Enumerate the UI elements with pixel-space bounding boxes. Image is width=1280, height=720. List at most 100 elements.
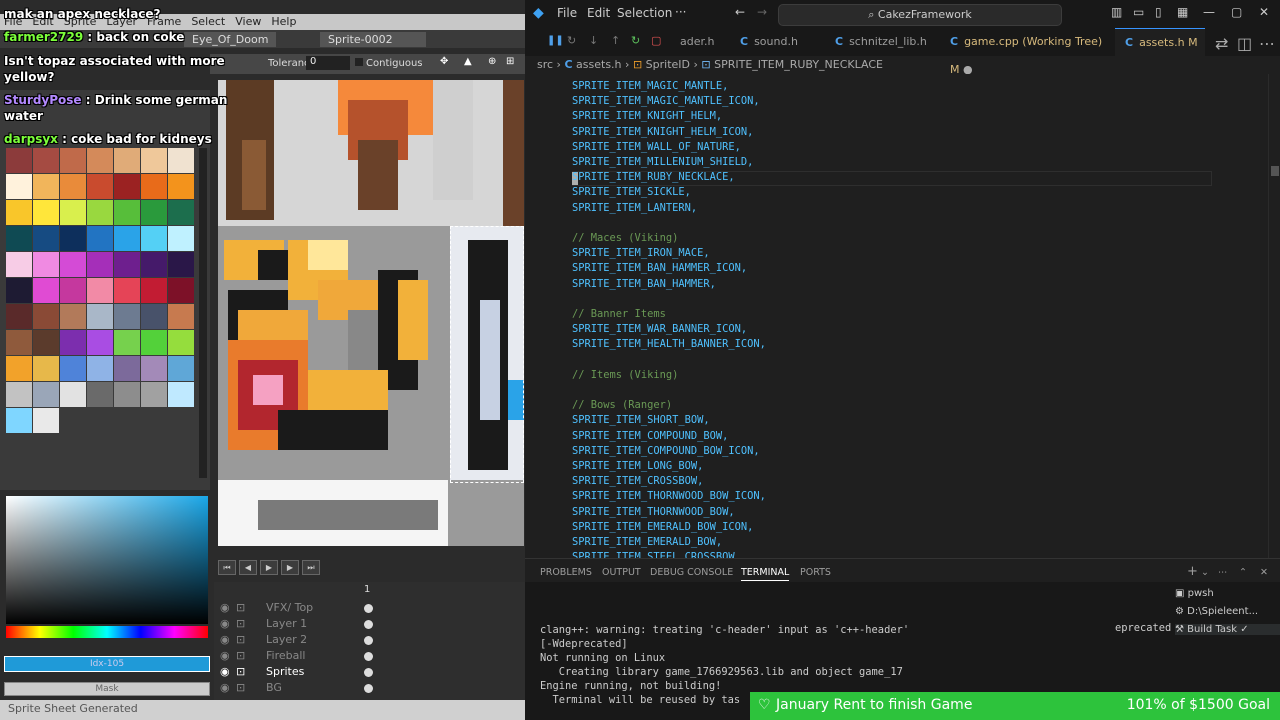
palette-swatch[interactable] xyxy=(87,252,113,277)
breadcrumb-item[interactable]: SPRITE_ITEM_RUBY_NECKLACE xyxy=(714,58,883,71)
palette-swatch[interactable] xyxy=(6,356,32,381)
palette-swatch[interactable] xyxy=(168,356,194,381)
close-panel-icon[interactable]: ✕ xyxy=(1260,567,1268,578)
palette-swatch[interactable] xyxy=(6,408,32,433)
palette-swatch[interactable] xyxy=(114,382,140,407)
menu-help[interactable]: Help xyxy=(271,15,296,28)
menu-selection[interactable]: Selection xyxy=(617,6,672,20)
palette-swatch[interactable] xyxy=(114,330,140,355)
code-line[interactable]: SPRITE_ITEM_MILLENIUM_SHIELD, xyxy=(572,155,753,170)
eye-icon[interactable]: ◉ xyxy=(220,664,230,680)
code-line[interactable]: SPRITE_ITEM_HEALTH_BANNER_ICON, xyxy=(572,337,766,352)
mask-button[interactable]: Mask xyxy=(4,682,210,696)
terminal-item-active[interactable]: ⚒ Build Task ✓ xyxy=(1175,624,1280,635)
palette-swatch[interactable] xyxy=(168,148,194,173)
code-editor[interactable]: SPRITE_ITEM_MAGIC_MANTLE, SPRITE_ITEM_MAG… xyxy=(525,74,1280,558)
palette-swatch[interactable] xyxy=(141,304,167,329)
layer-row[interactable]: ◉ ⊡ VFX/ Top xyxy=(214,600,525,616)
code-line[interactable]: SPRITE_ITEM_KNIGHT_HELM_ICON, xyxy=(572,125,753,140)
lock-icon[interactable]: ⊡ xyxy=(236,632,245,648)
palette-swatch[interactable] xyxy=(60,252,86,277)
code-line[interactable]: SPRITE_ITEM_WALL_OF_NATURE, xyxy=(572,140,741,155)
layer-row[interactable]: ◉ ⊡ Sprites xyxy=(214,664,525,680)
palette-swatch[interactable] xyxy=(33,200,59,225)
eye-icon[interactable]: ◉ xyxy=(220,616,230,632)
code-line[interactable]: SPRITE_ITEM_RUBY_NECKLACE, xyxy=(572,170,735,185)
code-line[interactable]: SPRITE_ITEM_LANTERN, xyxy=(572,201,697,216)
palette-swatch[interactable] xyxy=(6,252,32,277)
terminal-item[interactable]: ▣ pwsh xyxy=(1175,588,1214,599)
code-line[interactable]: SPRITE_ITEM_COMPOUND_BOW, xyxy=(572,429,728,444)
cel-dot[interactable] xyxy=(364,668,373,677)
color-picker-field[interactable] xyxy=(6,496,208,624)
tab-file-active[interactable]: Cassets.h M xyxy=(1115,28,1205,56)
close-icon[interactable]: ✕ xyxy=(1259,5,1269,19)
compare-icon[interactable]: ⇄ xyxy=(1215,34,1228,53)
palette-swatch[interactable] xyxy=(141,278,167,303)
code-line[interactable]: SPRITE_ITEM_THORNWOOD_BOW_ICON, xyxy=(572,489,766,504)
menu-file[interactable]: File xyxy=(557,6,577,20)
palette-swatch[interactable] xyxy=(33,330,59,355)
palette-swatch[interactable] xyxy=(60,148,86,173)
tab-file[interactable]: ader.h xyxy=(670,28,730,56)
cel-dot[interactable] xyxy=(364,604,373,613)
palette-swatch[interactable] xyxy=(60,356,86,381)
palette-swatch[interactable] xyxy=(60,174,86,199)
palette-swatch[interactable] xyxy=(33,148,59,173)
menu-select[interactable]: Select xyxy=(191,15,225,28)
palette-swatch[interactable] xyxy=(114,304,140,329)
code-line[interactable]: SPRITE_ITEM_WAR_BANNER_ICON, xyxy=(572,322,747,337)
first-frame-icon[interactable]: ⏮ xyxy=(218,560,236,575)
code-line[interactable]: SPRITE_ITEM_MAGIC_MANTLE, xyxy=(572,79,728,94)
palette-swatch[interactable] xyxy=(87,226,113,251)
lock-icon[interactable]: ⊡ xyxy=(236,600,245,616)
cel-dot[interactable] xyxy=(364,652,373,661)
terminal-item[interactable]: ⚙ D:\Spieleent... xyxy=(1175,606,1258,617)
code-line[interactable]: SPRITE_ITEM_THORNWOOD_BOW, xyxy=(572,505,735,520)
tab-problems[interactable]: PROBLEMS xyxy=(540,567,592,578)
tab-ports[interactable]: PORTS xyxy=(800,567,831,578)
code-line[interactable]: SPRITE_ITEM_BAN_HAMMER_ICON, xyxy=(572,261,747,276)
code-line[interactable]: SPRITE_ITEM_IRON_MACE, xyxy=(572,246,710,261)
palette-swatch[interactable] xyxy=(87,330,113,355)
palette-swatch[interactable] xyxy=(114,278,140,303)
selection-marquee[interactable] xyxy=(450,226,524,483)
palette-swatch[interactable] xyxy=(87,200,113,225)
last-frame-icon[interactable]: ⏭ xyxy=(302,560,320,575)
tab-file[interactable]: Cschnitzel_lib.h xyxy=(825,28,940,56)
minimize-icon[interactable]: — xyxy=(1203,5,1215,19)
customize-layout-icon[interactable]: ▦ xyxy=(1177,5,1188,19)
palette-swatch[interactable] xyxy=(60,330,86,355)
layer-row[interactable]: ◉ ⊡ BG xyxy=(214,680,525,696)
step-into-icon[interactable]: ↓ xyxy=(589,34,598,47)
eye-icon[interactable]: ◉ xyxy=(220,648,230,664)
palette-swatch[interactable] xyxy=(60,226,86,251)
palette-swatch[interactable] xyxy=(6,148,32,173)
layer-row[interactable]: ◉ ⊡ Layer 2 xyxy=(214,632,525,648)
code-line[interactable]: SPRITE_ITEM_STEEL_CROSSBOW, xyxy=(572,550,741,558)
more-actions-icon[interactable]: ⋯ xyxy=(1259,34,1275,53)
lock-icon[interactable]: ⊡ xyxy=(236,616,245,632)
palette-swatch[interactable] xyxy=(87,148,113,173)
command-center-search[interactable]: ⌕ CakezFramework xyxy=(778,4,1062,26)
tab-terminal[interactable]: TERMINAL xyxy=(741,567,790,581)
back-arrow-icon[interactable]: ← xyxy=(735,5,745,19)
tab-output[interactable]: OUTPUT xyxy=(602,567,641,578)
tab-debug-console[interactable]: DEBUG CONSOLE xyxy=(650,567,733,578)
pause-icon[interactable]: ❚❚ xyxy=(547,35,564,46)
eye-icon[interactable]: ◉ xyxy=(220,632,230,648)
sidebar-icon[interactable]: ▯ xyxy=(1155,5,1162,19)
tab-file[interactable]: Cgame.cpp (Working Tree) M ● xyxy=(940,28,1115,76)
panel-icon[interactable]: ▭ xyxy=(1133,5,1144,19)
editor-scrollbar[interactable] xyxy=(1268,74,1280,558)
menu-view[interactable]: View xyxy=(235,15,261,28)
palette-swatch[interactable] xyxy=(141,226,167,251)
palette-swatch[interactable] xyxy=(33,174,59,199)
code-line[interactable]: SPRITE_ITEM_BAN_HAMMER, xyxy=(572,277,716,292)
eye-icon[interactable]: ◉ xyxy=(220,600,230,616)
palette-swatch[interactable] xyxy=(33,304,59,329)
more-actions-icon[interactable]: ⋯ xyxy=(1218,567,1228,578)
palette-swatch[interactable] xyxy=(33,226,59,251)
code-line[interactable]: // Maces (Viking) xyxy=(572,231,678,246)
palette-swatch[interactable] xyxy=(114,226,140,251)
